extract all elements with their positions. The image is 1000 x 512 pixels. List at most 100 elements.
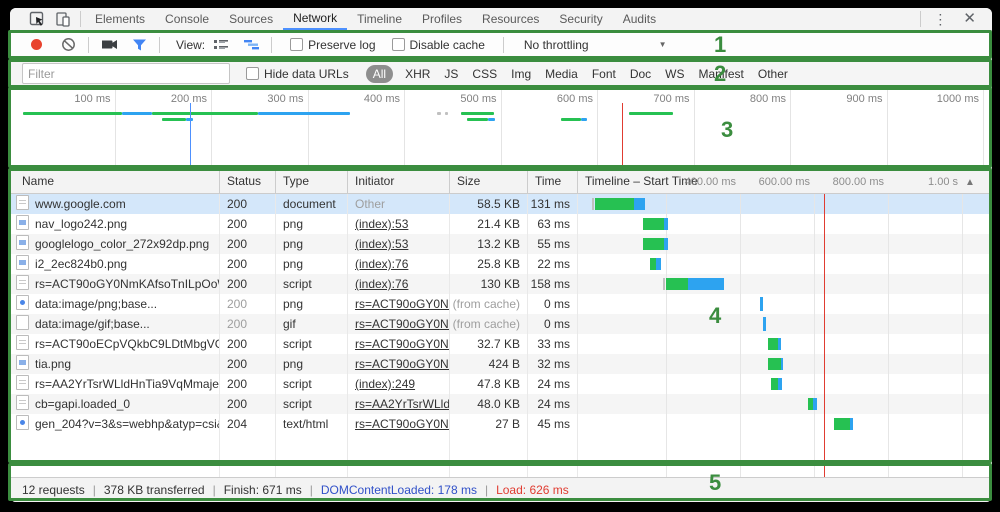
throttling-dropdown[interactable]: No throttling ▼: [524, 38, 667, 52]
size-cell: 32.7 KB: [477, 337, 520, 351]
type-cell: png: [283, 237, 304, 251]
use-large-rows-button[interactable]: [209, 34, 233, 56]
checkbox-icon[interactable]: [246, 67, 259, 80]
column-header-name[interactable]: Name: [10, 169, 220, 194]
tab-security[interactable]: Security: [549, 8, 612, 30]
column-header-type[interactable]: Type: [276, 169, 348, 194]
request-name: i2_2ec824b0.png: [10, 254, 220, 274]
initiator-link[interactable]: rs=ACT90oGY0Nm...: [355, 317, 450, 331]
initiator-link[interactable]: (index):53: [355, 237, 408, 251]
filter-toggle-button[interactable]: [127, 34, 151, 56]
table-row[interactable]: data:image/png;base... 200 png rs=ACT90oGY0…: [10, 294, 992, 314]
tab-audits[interactable]: Audits: [613, 8, 666, 30]
initiator-link[interactable]: rs=ACT90oGY0Nm...: [355, 337, 450, 351]
disable-cache-checkbox[interactable]: Disable cache: [391, 38, 485, 52]
filter-type-doc[interactable]: Doc: [630, 67, 651, 81]
waterfall-cell: [578, 314, 992, 334]
status-cell: 200: [227, 277, 248, 291]
overview-gridline: [211, 89, 212, 168]
camera-icon: [101, 40, 117, 49]
waterfall-cell: [578, 234, 992, 254]
waterfall-cell: [578, 294, 992, 314]
checkbox-icon[interactable]: [391, 38, 405, 51]
timeline-overview[interactable]: 100 ms 200 ms 300 ms 400 ms 500 ms 600 ms 700 …: [10, 89, 992, 169]
table-row[interactable]: data:image/gif;base... 200 gif rs=ACT90oGY0…: [10, 314, 992, 334]
tab-sources[interactable]: Sources: [219, 8, 283, 30]
resource-type-icon: [16, 395, 29, 410]
status-cell: 200: [227, 317, 248, 331]
inspect-element-icon[interactable]: [24, 9, 50, 29]
table-row[interactable]: i2_2ec824b0.png 200 png (index):76 25.8 KB 22…: [10, 254, 992, 274]
initiator-link[interactable]: (index):76: [355, 277, 408, 291]
table-row[interactable]: cb=gapi.loaded_0 200 script rs=AA2YrTsrWLld…: [10, 394, 992, 414]
column-header-time[interactable]: Time: [528, 169, 578, 194]
tab-network[interactable]: Network: [283, 8, 348, 30]
record-button[interactable]: [24, 34, 48, 56]
tab-elements[interactable]: Elements: [85, 8, 155, 30]
initiator-link[interactable]: (index):249: [355, 377, 415, 391]
waterfall-bar-green: [643, 238, 665, 250]
capture-screenshots-button[interactable]: [97, 34, 121, 56]
column-header-initiator[interactable]: Initiator: [348, 169, 450, 194]
table-row[interactable]: www.google.com 200 document Other 58.5 KB 131…: [10, 194, 992, 214]
tab-profiles[interactable]: Profiles: [412, 8, 472, 30]
overflow-menu-icon[interactable]: ⋮: [925, 9, 955, 29]
table-row[interactable]: tia.png 200 png rs=ACT90oGY0Nm... 424 B 32 ms: [10, 354, 992, 374]
sort-ascending-icon[interactable]: ▲: [965, 170, 975, 194]
filter-type-media[interactable]: Media: [545, 67, 578, 81]
initiator-link[interactable]: rs=ACT90oGY0Nm...: [355, 297, 450, 311]
initiator-link[interactable]: (index):76: [355, 257, 408, 271]
chevron-down-icon: ▼: [658, 40, 667, 49]
column-header-size[interactable]: Size: [450, 169, 528, 194]
resource-type-icon: [16, 215, 29, 230]
filter-type-img[interactable]: Img: [511, 67, 531, 81]
overview-bar-green: [466, 118, 488, 121]
tab-console[interactable]: Console: [155, 8, 219, 30]
table-row[interactable]: googlelogo_color_272x92dp.png 200 png (inde…: [10, 234, 992, 254]
status-cell: 200: [227, 197, 248, 211]
clear-button[interactable]: [56, 34, 80, 56]
checkbox-icon[interactable]: [290, 38, 304, 51]
hide-data-urls-checkbox[interactable]: Hide data URLs: [246, 67, 349, 81]
filter-type-font[interactable]: Font: [592, 67, 616, 81]
filter-type-css[interactable]: CSS: [472, 67, 497, 81]
preserve-log-checkbox[interactable]: Preserve log: [290, 37, 376, 52]
table-row[interactable]: rs=ACT90oGY0NmKAfsoTnILpOoWvB... 200 scrip…: [10, 274, 992, 294]
filter-type-other[interactable]: Other: [758, 67, 788, 81]
column-header-status[interactable]: Status: [220, 169, 276, 194]
table-row[interactable]: rs=ACT90oECpVQkbC9LDtMbgVGuN... 200 script…: [10, 334, 992, 354]
time-cell: 158 ms: [530, 277, 570, 291]
type-cell: gif: [283, 317, 296, 331]
table-row[interactable]: rs=AA2YrTsrWLldHnTia9VqMmajeJ95... 200 scr…: [10, 374, 992, 394]
show-waterfall-button[interactable]: [239, 34, 263, 56]
filter-type-all[interactable]: All: [365, 64, 394, 83]
overview-tick-label: 200 ms: [170, 93, 207, 105]
table-row[interactable]: gen_204?v=3&s=webhp&atyp=csi&e... 204 text…: [10, 414, 992, 434]
close-icon[interactable]: ✕: [955, 9, 984, 29]
column-header-timeline[interactable]: Timeline – Start Time 400.00 ms 600.00 ms 8…: [578, 169, 992, 194]
overview-bar-green: [460, 112, 494, 115]
filter-input[interactable]: [22, 63, 230, 84]
filter-type-manifest[interactable]: Manifest: [699, 67, 744, 81]
initiator-link[interactable]: (index):53: [355, 217, 408, 231]
table-row[interactable]: nav_logo242.png 200 png (index):53 21.4 KB 63…: [10, 214, 992, 234]
initiator-link[interactable]: rs=ACT90oGY0Nm...: [355, 417, 450, 431]
request-name: nav_logo242.png: [10, 214, 220, 234]
initiator-link[interactable]: rs=AA2YrTsrWLldH...: [355, 397, 450, 411]
initiator-link[interactable]: rs=ACT90oGY0Nm...: [355, 357, 450, 371]
waterfall-bar-blue: [688, 278, 725, 290]
tab-resources[interactable]: Resources: [472, 8, 549, 30]
status-segment: DOMContentLoaded: 178 ms: [320, 483, 477, 497]
time-cell: 32 ms: [537, 357, 570, 371]
time-cell: 55 ms: [537, 237, 570, 251]
type-cell: document: [283, 197, 336, 211]
filter-type-ws[interactable]: WS: [665, 67, 684, 81]
tab-timeline[interactable]: Timeline: [347, 8, 412, 30]
filter-type-xhr[interactable]: XHR: [405, 67, 430, 81]
device-toolbar-icon[interactable]: [50, 9, 76, 29]
dcl-line: [189, 103, 191, 166]
preserve-log-label: Preserve log: [308, 37, 376, 52]
time-cell: 33 ms: [537, 337, 570, 351]
request-name-text: www.google.com: [35, 197, 126, 211]
filter-type-js[interactable]: JS: [444, 67, 458, 81]
